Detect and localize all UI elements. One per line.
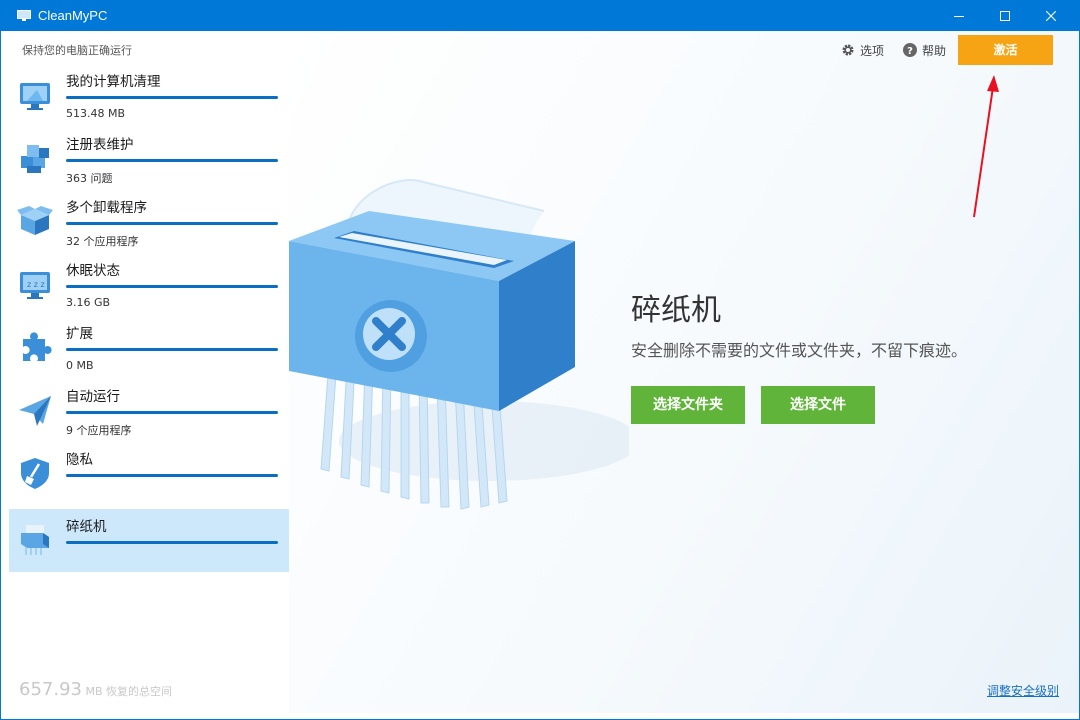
sidebar-item-computer-cleanup[interactable]: 我的计算机清理 513.48 MB	[9, 64, 289, 127]
total-space-recovered: 657.93 MB 恢复的总空间	[19, 679, 172, 700]
minimize-button[interactable]	[936, 1, 982, 31]
help-label: 帮助	[922, 44, 947, 58]
help-icon: ?	[903, 43, 917, 57]
adjust-security-level-link[interactable]: 调整安全级别	[987, 682, 1059, 699]
total-unit: MB 恢复的总空间	[85, 685, 173, 698]
maximize-icon	[1000, 11, 1010, 21]
sidebar-item-hibernation[interactable]: z z z 休眠状态 3.16 GB	[9, 253, 289, 316]
maximize-button[interactable]	[982, 1, 1028, 31]
progress-bar	[66, 96, 278, 99]
progress-bar	[66, 411, 278, 414]
close-icon	[1046, 11, 1056, 21]
computer-icon	[20, 83, 50, 110]
main-panel: 选项 ? 帮助 激活 碎纸机 安全删除不需要的文件或文件夹，不留下痕迹。 选择文…	[289, 31, 1079, 713]
app-title: CleanMyPC	[38, 8, 108, 23]
hibernation-monitor-icon: z z z	[20, 272, 50, 299]
sidebar-item-autorun[interactable]: 自动运行 9 个应用程序	[9, 379, 289, 442]
sidebar-item-label: 自动运行	[66, 389, 120, 405]
sidebar-item-label: 休眠状态	[66, 263, 120, 279]
shield-broom-icon	[21, 458, 49, 489]
activate-button[interactable]: 激活	[958, 35, 1053, 65]
sidebar-item-uninstaller[interactable]: 多个卸载程序 32 个应用程序	[9, 190, 289, 253]
progress-bar	[66, 541, 278, 544]
paper-plane-icon	[19, 396, 51, 426]
sidebar-item-registry[interactable]: 注册表维护 363 问题	[9, 127, 289, 190]
feature-description: 安全删除不需要的文件或文件夹，不留下痕迹。	[631, 341, 968, 360]
red-arrow-annotation	[973, 75, 999, 218]
sidebar-item-privacy[interactable]: 隐私	[9, 442, 289, 505]
sidebar-item-label: 隐私	[66, 452, 93, 468]
sidebar-item-label: 多个卸载程序	[66, 200, 147, 216]
sidebar-item-value: 363 问题	[66, 172, 113, 185]
sidebar-item-label: 注册表维护	[66, 137, 134, 153]
svg-text:z z z: z z z	[27, 280, 45, 289]
gear-icon	[842, 44, 854, 56]
sidebar-item-extensions[interactable]: 扩展 0 MB	[9, 316, 289, 379]
sidebar-item-value: 0 MB	[66, 359, 94, 372]
progress-bar	[66, 348, 278, 351]
close-button[interactable]	[1028, 1, 1074, 31]
sidebar-item-value: 513.48 MB	[66, 107, 126, 120]
title-bar[interactable]: CleanMyPC	[1, 1, 1079, 31]
progress-bar	[66, 159, 278, 162]
progress-bar	[66, 285, 278, 288]
registry-cubes-icon	[21, 145, 49, 173]
svg-text:?: ?	[907, 46, 913, 57]
total-number: 657.93	[19, 679, 82, 700]
sidebar: 保持您的电脑正确运行 我的计算机清理 513.48 MB 注册表维护 363 问…	[9, 31, 289, 713]
progress-bar	[66, 474, 278, 477]
feature-title: 碎纸机	[631, 293, 721, 328]
select-folder-button[interactable]: 选择文件夹	[631, 386, 745, 424]
app-window: CleanMyPC 保持您的电脑正确运行 我的计算机清理 513.48 MB 注…	[0, 0, 1080, 720]
sidebar-item-shredder[interactable]: 碎纸机	[9, 509, 289, 572]
sidebar-item-label: 碎纸机	[66, 519, 107, 535]
tagline: 保持您的电脑正确运行	[22, 44, 132, 57]
sidebar-item-value: 3.16 GB	[66, 296, 111, 309]
app-monitor-icon	[17, 10, 31, 21]
uninstaller-box-icon	[17, 206, 53, 235]
puzzle-icon	[23, 332, 52, 361]
shredder-illustration	[289, 179, 629, 510]
progress-bar	[66, 222, 278, 225]
minimize-icon	[954, 16, 964, 17]
sidebar-item-value: 9 个应用程序	[66, 424, 132, 437]
shredder-icon	[21, 525, 49, 555]
sidebar-item-label: 扩展	[66, 326, 93, 342]
sidebar-item-value: 32 个应用程序	[66, 235, 139, 248]
options-label: 选项	[860, 44, 885, 58]
sidebar-item-label: 我的计算机清理	[66, 74, 161, 90]
select-file-button[interactable]: 选择文件	[761, 386, 875, 424]
